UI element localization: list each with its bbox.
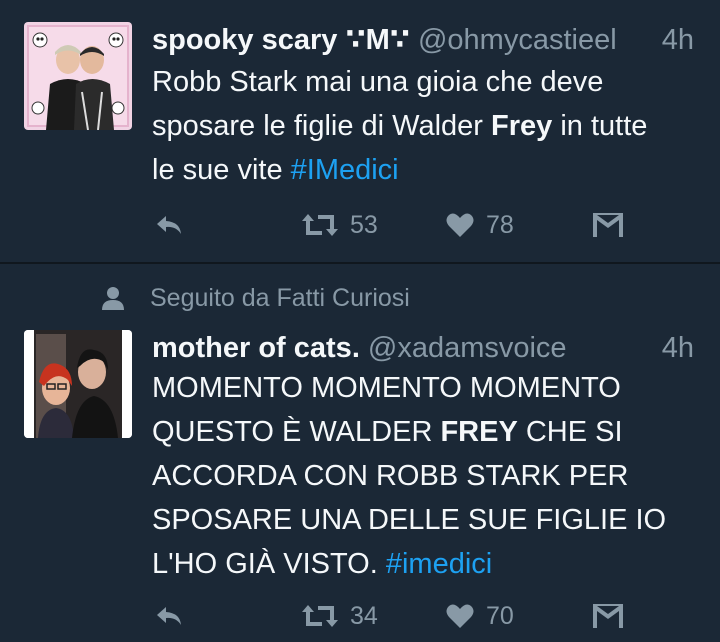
tweet-text-line: le sue vite #IMedici: [152, 154, 399, 186]
timestamp[interactable]: 4h: [662, 330, 694, 366]
retweet-icon: [302, 605, 338, 627]
like-count: 70: [486, 601, 514, 630]
tweet-text-line: QUESTO È WALDER FREY CHE SI: [152, 416, 623, 448]
like-button[interactable]: 70: [446, 596, 514, 636]
like-icon: [446, 604, 474, 628]
tweet[interactable]: spooky scary ∵M∵ @ohmycastieel 4h Robb St…: [0, 0, 720, 262]
direct-message-icon: [593, 604, 623, 628]
reply-button[interactable]: [154, 596, 184, 636]
tweet-text: Robb Stark mai una gioia che deve sposar…: [152, 60, 700, 192]
user-handle[interactable]: @ohmycastieel: [418, 24, 617, 56]
reply-icon: [157, 607, 181, 625]
retweet-count: 53: [350, 210, 378, 239]
display-name[interactable]: spooky scary ∵M∵: [152, 24, 410, 56]
tweet-text: MOMENTO MOMENTO MOMENTO QUESTO È WALDER …: [152, 366, 700, 586]
tweet-text-line: sposare le figlie di Walder Frey in tutt…: [152, 110, 648, 142]
tweet-actions: 53 78: [0, 205, 720, 245]
tweet-text-line: Robb Stark mai una gioia che deve: [152, 66, 604, 98]
retweet-button[interactable]: 34: [302, 596, 378, 636]
keyword: FREY: [440, 416, 518, 448]
tweet-text-line: MOMENTO MOMENTO MOMENTO: [152, 372, 621, 404]
avatar[interactable]: [24, 22, 132, 130]
tweet-text-line: L'HO GIÀ VISTO. #imedici: [152, 548, 493, 580]
tweet-text-line: ACCORDA CON ROBB STARK PER: [152, 460, 629, 492]
tweet[interactable]: mother of cats. @xadamsvoice 4h MOMENTO M…: [0, 264, 720, 642]
like-count: 78: [486, 210, 514, 239]
retweet-button[interactable]: 53: [302, 205, 378, 245]
retweet-count: 34: [350, 601, 378, 630]
retweet-icon: [302, 214, 338, 236]
timestamp[interactable]: 4h: [662, 22, 694, 58]
reply-button[interactable]: [154, 205, 184, 245]
hashtag-link[interactable]: #imedici: [386, 548, 492, 580]
like-button[interactable]: 78: [446, 205, 514, 245]
like-icon: [446, 213, 474, 237]
direct-message-button[interactable]: [593, 596, 623, 636]
tweet-text-line: SPOSARE UNA DELLE SUE FIGLIE IO: [152, 504, 667, 536]
hashtag-link[interactable]: #IMedici: [291, 154, 399, 186]
direct-message-button[interactable]: [593, 205, 623, 245]
direct-message-icon: [593, 213, 623, 237]
avatar[interactable]: [24, 330, 132, 438]
reply-icon: [157, 216, 181, 234]
user-handle[interactable]: @xadamsvoice: [368, 332, 567, 364]
keyword: Frey: [491, 110, 553, 142]
display-name[interactable]: mother of cats.: [152, 332, 360, 364]
tweet-actions: 34 70: [0, 596, 720, 636]
